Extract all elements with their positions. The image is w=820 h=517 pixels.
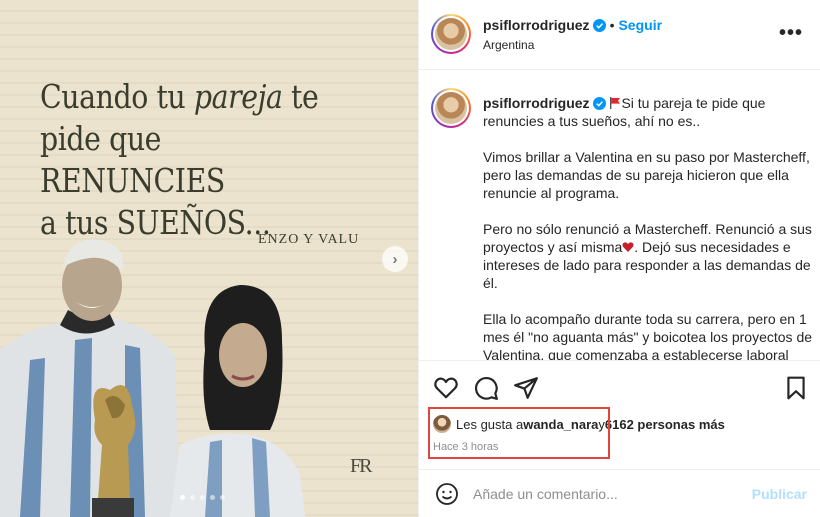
bookmark-icon[interactable] (783, 375, 809, 401)
caption-username[interactable]: psiflorrodriguez (483, 95, 590, 111)
avatar[interactable] (431, 14, 471, 54)
carousel-indicators (180, 495, 225, 500)
man-figure (0, 239, 180, 517)
emoji-icon[interactable] (435, 482, 459, 506)
carousel-dot (200, 495, 205, 500)
brand-watermark: FR (350, 455, 373, 477)
couple-photo (0, 239, 305, 517)
red-flag-icon (610, 97, 621, 109)
likes-count[interactable]: 6162 personas más (605, 417, 725, 432)
caption-area: psiflorrodriguez Si tu pareja te pide qu… (419, 70, 820, 360)
verified-badge-icon (592, 19, 606, 32)
separator-dot: • (609, 17, 615, 33)
woman-figure (170, 285, 305, 517)
share-icon[interactable] (513, 375, 539, 401)
comment-bar: Publicar (419, 469, 820, 517)
follow-button[interactable]: Seguir (618, 17, 662, 33)
header-username[interactable]: psiflorrodriguez (483, 17, 590, 33)
location-label[interactable]: Argentina (483, 38, 534, 52)
highlight-box (428, 407, 610, 459)
chevron-right-icon: › (392, 250, 398, 268)
heart-emoji-icon (622, 242, 634, 252)
post-image[interactable]: Cuando tu pareja te pide que RENUNCIES a… (0, 0, 418, 517)
carousel-dot (210, 495, 215, 500)
like-heart-icon[interactable] (433, 375, 459, 401)
caption-text: psiflorrodriguez Si tu pareja te pide qu… (483, 94, 813, 360)
next-image-button[interactable]: › (382, 246, 408, 272)
avatar[interactable] (431, 88, 471, 128)
publish-button[interactable]: Publicar (752, 486, 807, 502)
carousel-dot (180, 495, 185, 500)
post-header: psiflorrodriguez • Seguir Argentina ••• (419, 0, 820, 70)
verified-badge-icon (592, 97, 606, 110)
caption-paragraph: Ella lo acompaño durante toda su carrera… (483, 311, 813, 360)
more-options-icon[interactable]: ••• (779, 22, 803, 45)
comment-icon[interactable] (473, 375, 499, 401)
comment-input[interactable] (473, 484, 743, 504)
carousel-dot (220, 495, 225, 500)
carousel-dot (190, 495, 195, 500)
header-user-line: psiflorrodriguez • Seguir (483, 17, 662, 33)
caption-paragraph: Vimos brillar a Valentina en su paso por… (483, 149, 810, 201)
image-headline: Cuando tu pareja te pide que RENUNCIES a… (40, 77, 319, 242)
